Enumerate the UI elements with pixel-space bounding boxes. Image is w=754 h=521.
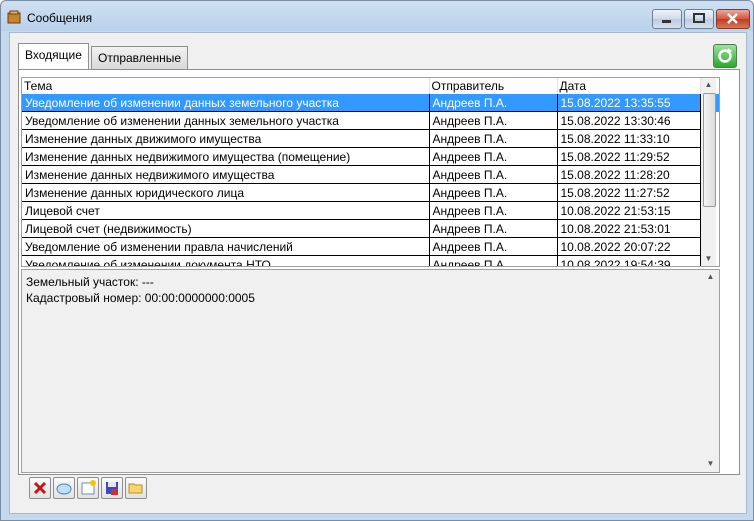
window-title: Сообщения bbox=[27, 11, 93, 25]
grid-body: Уведомление об изменении данных земельно… bbox=[22, 94, 719, 266]
table-row[interactable]: Уведомление об изменении правла начислен… bbox=[22, 237, 719, 256]
preview-line-cadastral: Кадастровый номер: 00:00:0000000:0005 bbox=[26, 291, 255, 305]
save-button[interactable] bbox=[101, 477, 123, 499]
cell-date: 10.08.2022 19:54:39 bbox=[557, 255, 701, 266]
tab-sent[interactable]: Отправленные bbox=[91, 46, 189, 69]
new-message-icon bbox=[81, 480, 96, 495]
table-row[interactable]: Изменение данных юридического лица Андрее… bbox=[22, 183, 719, 202]
cell-subject: Изменение данных юридического лица bbox=[22, 183, 430, 202]
grid-header: Тема Отправитель Дата bbox=[22, 78, 719, 94]
cell-date: 10.08.2022 21:53:01 bbox=[557, 219, 701, 238]
delete-button[interactable] bbox=[29, 477, 51, 499]
cell-sender: Андреев П.А. bbox=[429, 147, 558, 166]
maximize-button[interactable] bbox=[684, 9, 714, 29]
cell-date: 15.08.2022 11:29:52 bbox=[557, 147, 701, 166]
cell-sender: Андреев П.А. bbox=[429, 237, 558, 256]
reply-icon bbox=[56, 483, 72, 495]
table-row[interactable]: Уведомление об изменении документа НТО Ан… bbox=[22, 255, 719, 266]
open-folder-icon bbox=[128, 483, 143, 494]
refresh-button[interactable] bbox=[713, 44, 737, 68]
save-icon bbox=[106, 482, 118, 495]
cell-date: 15.08.2022 11:27:52 bbox=[557, 183, 701, 202]
column-date[interactable]: Дата bbox=[557, 78, 701, 94]
cell-date: 15.08.2022 13:35:55 bbox=[557, 94, 701, 112]
cell-subject: Лицевой счет (недвижимость) bbox=[22, 219, 430, 238]
messages-table: Тема Отправитель Дата Уведомление об изм… bbox=[22, 78, 719, 266]
new-message-button[interactable] bbox=[77, 477, 99, 499]
maximize-icon bbox=[693, 13, 705, 23]
cell-date: 10.08.2022 21:53:15 bbox=[557, 201, 701, 220]
scroll-up-icon[interactable]: ▲ bbox=[701, 78, 716, 92]
message-preview[interactable]: Земельный участок: --- Кадастровый номер… bbox=[21, 269, 720, 473]
cell-sender: Андреев П.А. bbox=[429, 111, 558, 130]
app-icon bbox=[7, 10, 21, 24]
cell-date: 10.08.2022 20:07:22 bbox=[557, 237, 701, 256]
preview-scroll-down-icon[interactable]: ▼ bbox=[703, 457, 718, 471]
table-row[interactable]: Уведомление об изменении данных земельно… bbox=[22, 111, 719, 130]
cell-subject: Изменение данных движимого имущества bbox=[22, 129, 430, 148]
preview-scrollbar[interactable]: ▲ ▼ bbox=[703, 270, 718, 472]
messages-window: Сообщения Входящие Отправленные Тема Отп… bbox=[0, 0, 754, 521]
table-row[interactable]: Уведомление об изменении данных земельно… bbox=[22, 94, 719, 112]
close-button[interactable] bbox=[716, 9, 750, 29]
table-row[interactable]: Изменение данных движимого имущества Андр… bbox=[22, 129, 719, 148]
refresh-icon bbox=[718, 48, 732, 63]
column-subject[interactable]: Тема bbox=[22, 78, 430, 94]
table-row[interactable]: Изменение данных недвижимого имущества (… bbox=[22, 147, 719, 166]
cell-sender: Андреев П.А. bbox=[429, 94, 558, 112]
cell-sender: Андреев П.А. bbox=[429, 219, 558, 238]
cell-subject: Уведомление об изменении данных земельно… bbox=[22, 94, 430, 112]
table-row[interactable]: Лицевой счет (недвижимость) Андреев П.А. 1… bbox=[22, 219, 719, 238]
cell-sender: Андреев П.А. bbox=[429, 183, 558, 202]
cell-subject: Уведомление об изменении документа НТО bbox=[22, 255, 430, 266]
cell-subject: Уведомление об изменении правла начислен… bbox=[22, 237, 430, 256]
cell-date: 15.08.2022 11:28:20 bbox=[557, 165, 701, 184]
table-row[interactable]: Лицевой счет Андреев П.А. 10.08.2022 21:53… bbox=[22, 201, 719, 220]
scroll-down-icon[interactable]: ▼ bbox=[701, 252, 716, 266]
grid-scrollbar[interactable]: ▲ ▼ bbox=[701, 78, 716, 266]
cell-sender: Андреев П.А. bbox=[429, 129, 558, 148]
reply-button[interactable] bbox=[53, 477, 75, 499]
cell-subject: Уведомление об изменении данных земельно… bbox=[22, 111, 430, 130]
cell-sender: Андреев П.А. bbox=[429, 165, 558, 184]
preview-scroll-up-icon[interactable]: ▲ bbox=[703, 270, 718, 284]
tab-sent-label: Отправленные bbox=[98, 51, 182, 65]
cell-subject: Изменение данных недвижимого имущества bbox=[22, 165, 430, 184]
table-row[interactable]: Изменение данных недвижимого имущества Ан… bbox=[22, 165, 719, 184]
scroll-thumb[interactable] bbox=[703, 93, 716, 207]
minimize-button[interactable] bbox=[652, 9, 682, 29]
minimize-icon bbox=[662, 20, 671, 23]
messages-grid[interactable]: Тема Отправитель Дата Уведомление об изм… bbox=[21, 77, 720, 267]
column-sender[interactable]: Отправитель bbox=[429, 78, 558, 94]
cell-date: 15.08.2022 13:30:46 bbox=[557, 111, 701, 130]
tab-inbox-label: Входящие bbox=[25, 48, 82, 62]
cell-sender: Андреев П.А. bbox=[429, 255, 558, 266]
title-bar[interactable]: Сообщения bbox=[1, 1, 753, 33]
cell-date: 15.08.2022 11:33:10 bbox=[557, 129, 701, 148]
preview-line-land: Земельный участок: --- bbox=[26, 275, 154, 289]
close-icon bbox=[727, 13, 738, 24]
open-folder-button[interactable] bbox=[125, 477, 147, 499]
cell-subject: Изменение данных недвижимого имущества (… bbox=[22, 147, 430, 166]
tab-inbox[interactable]: Входящие bbox=[18, 43, 89, 69]
client-area: Входящие Отправленные Тема Отправитель Д… bbox=[9, 32, 747, 514]
cell-subject: Лицевой счет bbox=[22, 201, 430, 220]
cell-sender: Андреев П.А. bbox=[429, 201, 558, 220]
delete-icon bbox=[33, 481, 47, 495]
